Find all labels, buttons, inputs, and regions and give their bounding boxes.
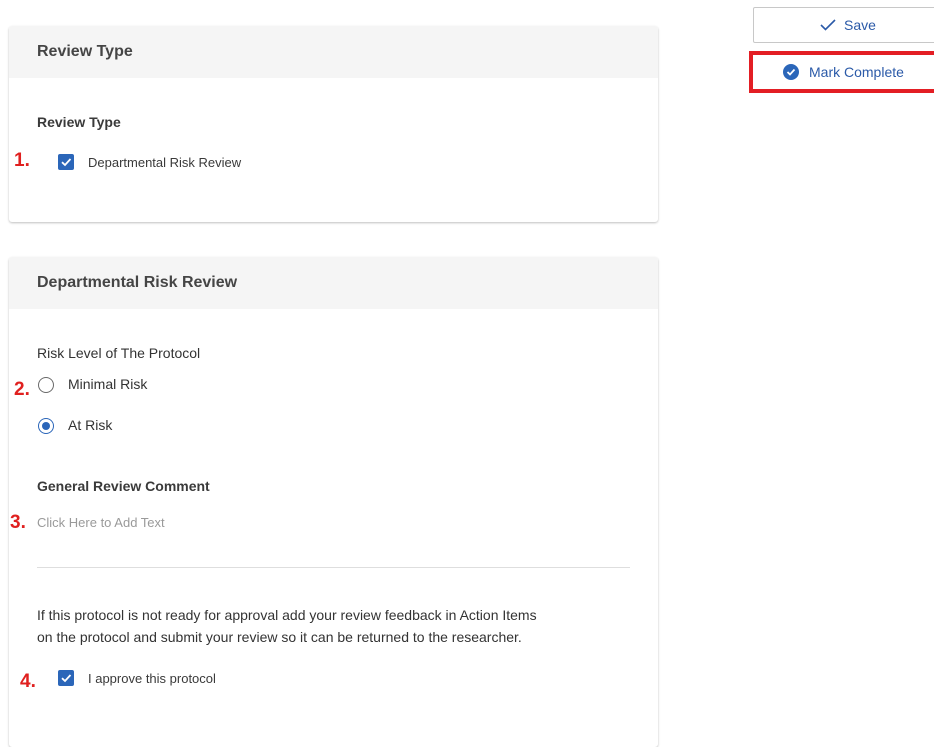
card-header: Departmental Risk Review bbox=[9, 257, 658, 309]
departmental-risk-review-checkbox[interactable] bbox=[58, 154, 74, 170]
check-icon bbox=[61, 158, 72, 167]
at-risk-radio[interactable] bbox=[38, 418, 54, 434]
mark-complete-button[interactable]: Mark Complete bbox=[749, 51, 934, 93]
approval-instructions-line1: If this protocol is not ready for approv… bbox=[37, 607, 537, 623]
step-number-1: 1. bbox=[14, 150, 30, 171]
save-button[interactable]: Save bbox=[753, 7, 934, 43]
approve-protocol-checkbox[interactable] bbox=[58, 670, 74, 686]
approval-instructions-line2: on the protocol and submit your review s… bbox=[37, 629, 522, 645]
approve-protocol-label: I approve this protocol bbox=[88, 671, 216, 686]
checkmark-icon bbox=[820, 19, 836, 31]
check-circle-icon bbox=[783, 64, 799, 80]
divider bbox=[37, 567, 630, 568]
at-risk-label: At Risk bbox=[68, 417, 113, 433]
check-icon bbox=[61, 674, 72, 683]
general-review-comment-label: General Review Comment bbox=[37, 478, 210, 494]
step-number-3: 3. bbox=[10, 512, 26, 533]
risk-level-label: Risk Level of The Protocol bbox=[37, 345, 201, 361]
review-type-field-label: Review Type bbox=[37, 114, 121, 130]
step-number-2: 2. bbox=[14, 379, 30, 400]
minimal-risk-label: Minimal Risk bbox=[68, 376, 148, 392]
minimal-risk-radio[interactable] bbox=[38, 377, 54, 393]
general-review-comment-input[interactable]: Click Here to Add Text bbox=[37, 515, 165, 530]
card-header: Review Type bbox=[9, 26, 658, 78]
departmental-risk-review-label: Departmental Risk Review bbox=[88, 155, 242, 170]
save-button-label: Save bbox=[844, 17, 876, 33]
mark-complete-label: Mark Complete bbox=[809, 64, 904, 80]
step-number-4: 4. bbox=[20, 671, 36, 692]
